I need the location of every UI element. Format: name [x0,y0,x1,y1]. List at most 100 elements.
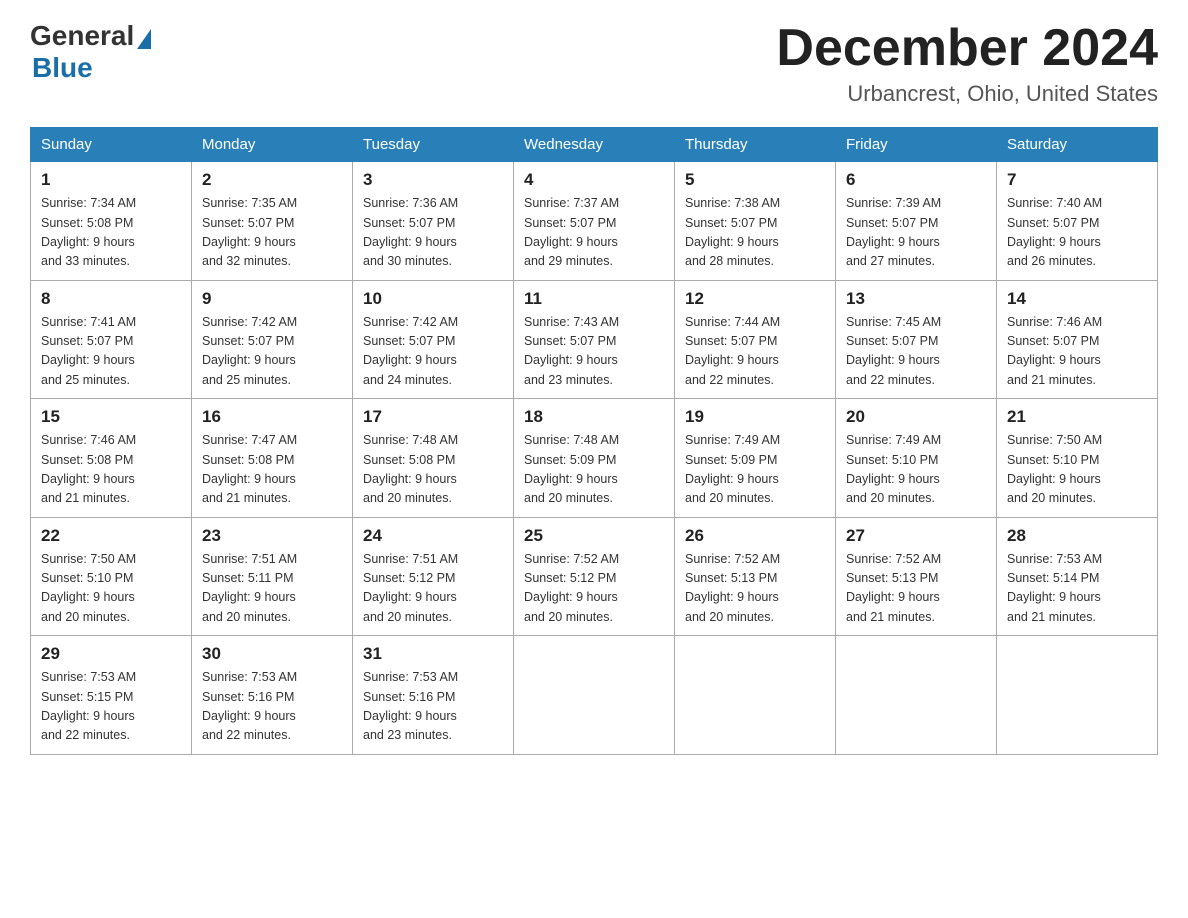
day-info: Sunrise: 7:50 AMSunset: 5:10 PMDaylight:… [1007,431,1147,509]
calendar-cell [514,636,675,755]
calendar-cell: 4 Sunrise: 7:37 AMSunset: 5:07 PMDayligh… [514,162,675,281]
calendar-cell: 3 Sunrise: 7:36 AMSunset: 5:07 PMDayligh… [353,162,514,281]
day-number: 1 [41,170,181,190]
calendar-cell: 24 Sunrise: 7:51 AMSunset: 5:12 PMDaylig… [353,517,514,636]
day-info: Sunrise: 7:41 AMSunset: 5:07 PMDaylight:… [41,313,181,391]
days-header-row: SundayMondayTuesdayWednesdayThursdayFrid… [31,128,1158,162]
day-info: Sunrise: 7:50 AMSunset: 5:10 PMDaylight:… [41,550,181,628]
calendar-cell: 19 Sunrise: 7:49 AMSunset: 5:09 PMDaylig… [675,399,836,518]
day-header-tuesday: Tuesday [353,128,514,162]
day-info: Sunrise: 7:48 AMSunset: 5:08 PMDaylight:… [363,431,503,509]
calendar-cell: 14 Sunrise: 7:46 AMSunset: 5:07 PMDaylig… [997,280,1158,399]
day-info: Sunrise: 7:45 AMSunset: 5:07 PMDaylight:… [846,313,986,391]
calendar-cell: 11 Sunrise: 7:43 AMSunset: 5:07 PMDaylig… [514,280,675,399]
calendar-cell: 25 Sunrise: 7:52 AMSunset: 5:12 PMDaylig… [514,517,675,636]
day-number: 14 [1007,289,1147,309]
day-header-sunday: Sunday [31,128,192,162]
day-header-monday: Monday [192,128,353,162]
day-number: 29 [41,644,181,664]
calendar-cell: 29 Sunrise: 7:53 AMSunset: 5:15 PMDaylig… [31,636,192,755]
day-number: 11 [524,289,664,309]
day-info: Sunrise: 7:40 AMSunset: 5:07 PMDaylight:… [1007,194,1147,272]
day-number: 20 [846,407,986,427]
calendar-cell [675,636,836,755]
day-number: 2 [202,170,342,190]
day-number: 30 [202,644,342,664]
calendar-cell: 31 Sunrise: 7:53 AMSunset: 5:16 PMDaylig… [353,636,514,755]
month-title: December 2024 [776,20,1158,77]
day-number: 25 [524,526,664,546]
day-header-thursday: Thursday [675,128,836,162]
day-number: 28 [1007,526,1147,546]
calendar-cell: 28 Sunrise: 7:53 AMSunset: 5:14 PMDaylig… [997,517,1158,636]
calendar-cell: 15 Sunrise: 7:46 AMSunset: 5:08 PMDaylig… [31,399,192,518]
logo-triangle-icon [137,29,151,49]
calendar-cell: 12 Sunrise: 7:44 AMSunset: 5:07 PMDaylig… [675,280,836,399]
calendar-cell: 2 Sunrise: 7:35 AMSunset: 5:07 PMDayligh… [192,162,353,281]
day-number: 13 [846,289,986,309]
day-info: Sunrise: 7:48 AMSunset: 5:09 PMDaylight:… [524,431,664,509]
calendar-cell: 7 Sunrise: 7:40 AMSunset: 5:07 PMDayligh… [997,162,1158,281]
day-number: 26 [685,526,825,546]
day-info: Sunrise: 7:49 AMSunset: 5:09 PMDaylight:… [685,431,825,509]
day-number: 27 [846,526,986,546]
day-info: Sunrise: 7:53 AMSunset: 5:14 PMDaylight:… [1007,550,1147,628]
title-area: December 2024 Urbancrest, Ohio, United S… [776,20,1158,107]
day-number: 24 [363,526,503,546]
day-number: 9 [202,289,342,309]
header: General Blue December 2024 Urbancrest, O… [30,20,1158,107]
logo: General Blue [30,20,151,84]
day-number: 8 [41,289,181,309]
day-number: 7 [1007,170,1147,190]
day-info: Sunrise: 7:46 AMSunset: 5:07 PMDaylight:… [1007,313,1147,391]
day-info: Sunrise: 7:44 AMSunset: 5:07 PMDaylight:… [685,313,825,391]
day-info: Sunrise: 7:36 AMSunset: 5:07 PMDaylight:… [363,194,503,272]
day-info: Sunrise: 7:43 AMSunset: 5:07 PMDaylight:… [524,313,664,391]
day-info: Sunrise: 7:53 AMSunset: 5:16 PMDaylight:… [363,668,503,746]
logo-general-text: General [30,20,134,52]
calendar-cell: 22 Sunrise: 7:50 AMSunset: 5:10 PMDaylig… [31,517,192,636]
day-number: 15 [41,407,181,427]
day-info: Sunrise: 7:53 AMSunset: 5:15 PMDaylight:… [41,668,181,746]
day-info: Sunrise: 7:37 AMSunset: 5:07 PMDaylight:… [524,194,664,272]
day-header-friday: Friday [836,128,997,162]
calendar-cell: 9 Sunrise: 7:42 AMSunset: 5:07 PMDayligh… [192,280,353,399]
day-number: 18 [524,407,664,427]
day-number: 22 [41,526,181,546]
day-info: Sunrise: 7:42 AMSunset: 5:07 PMDaylight:… [202,313,342,391]
day-number: 12 [685,289,825,309]
day-info: Sunrise: 7:49 AMSunset: 5:10 PMDaylight:… [846,431,986,509]
day-info: Sunrise: 7:51 AMSunset: 5:12 PMDaylight:… [363,550,503,628]
day-info: Sunrise: 7:52 AMSunset: 5:13 PMDaylight:… [685,550,825,628]
calendar-week-row: 15 Sunrise: 7:46 AMSunset: 5:08 PMDaylig… [31,399,1158,518]
calendar-week-row: 8 Sunrise: 7:41 AMSunset: 5:07 PMDayligh… [31,280,1158,399]
day-number: 23 [202,526,342,546]
calendar-cell: 27 Sunrise: 7:52 AMSunset: 5:13 PMDaylig… [836,517,997,636]
calendar-cell: 30 Sunrise: 7:53 AMSunset: 5:16 PMDaylig… [192,636,353,755]
day-number: 6 [846,170,986,190]
calendar-cell: 13 Sunrise: 7:45 AMSunset: 5:07 PMDaylig… [836,280,997,399]
day-number: 31 [363,644,503,664]
calendar-cell: 20 Sunrise: 7:49 AMSunset: 5:10 PMDaylig… [836,399,997,518]
calendar-cell: 1 Sunrise: 7:34 AMSunset: 5:08 PMDayligh… [31,162,192,281]
calendar-week-row: 22 Sunrise: 7:50 AMSunset: 5:10 PMDaylig… [31,517,1158,636]
day-number: 17 [363,407,503,427]
calendar-table: SundayMondayTuesdayWednesdayThursdayFrid… [30,127,1158,755]
day-number: 4 [524,170,664,190]
calendar-cell: 5 Sunrise: 7:38 AMSunset: 5:07 PMDayligh… [675,162,836,281]
calendar-cell: 16 Sunrise: 7:47 AMSunset: 5:08 PMDaylig… [192,399,353,518]
day-number: 5 [685,170,825,190]
day-info: Sunrise: 7:47 AMSunset: 5:08 PMDaylight:… [202,431,342,509]
calendar-cell: 10 Sunrise: 7:42 AMSunset: 5:07 PMDaylig… [353,280,514,399]
calendar-cell: 6 Sunrise: 7:39 AMSunset: 5:07 PMDayligh… [836,162,997,281]
day-number: 16 [202,407,342,427]
day-info: Sunrise: 7:51 AMSunset: 5:11 PMDaylight:… [202,550,342,628]
day-number: 19 [685,407,825,427]
day-info: Sunrise: 7:46 AMSunset: 5:08 PMDaylight:… [41,431,181,509]
day-header-wednesday: Wednesday [514,128,675,162]
day-number: 3 [363,170,503,190]
day-info: Sunrise: 7:53 AMSunset: 5:16 PMDaylight:… [202,668,342,746]
day-header-saturday: Saturday [997,128,1158,162]
day-info: Sunrise: 7:39 AMSunset: 5:07 PMDaylight:… [846,194,986,272]
day-info: Sunrise: 7:35 AMSunset: 5:07 PMDaylight:… [202,194,342,272]
